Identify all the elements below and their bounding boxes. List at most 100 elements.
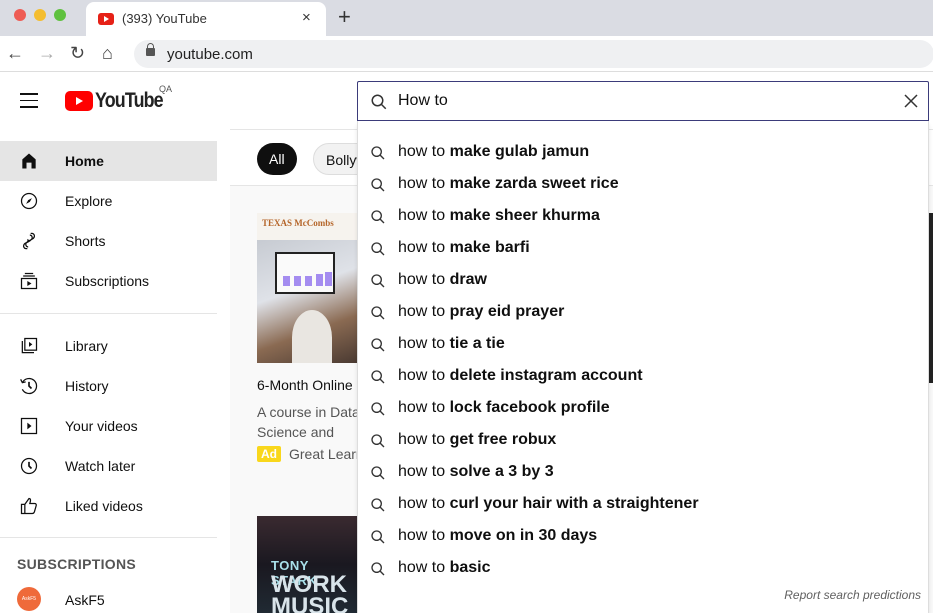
clear-search-icon[interactable] <box>903 93 919 109</box>
suggestion-completion: move on in 30 days <box>449 527 598 544</box>
thumbnail-text: WORK MUSIC <box>271 571 349 613</box>
sidebar-item-label: Home <box>65 153 104 169</box>
home-icon <box>22 153 36 169</box>
sidebar-divider <box>0 537 217 538</box>
logo-badge: QA <box>159 84 173 94</box>
sidebar-item-label: Shorts <box>65 233 106 249</box>
search-suggestion[interactable]: how to pray eid prayer <box>358 296 928 328</box>
suggestion-text: how to make sheer khurma <box>398 207 600 225</box>
subscription-name: AskF5 <box>65 592 105 608</box>
suggestion-prefix: how to <box>398 143 450 160</box>
shorts-icon <box>23 232 35 250</box>
report-search-predictions-link[interactable]: Report search predictions <box>784 588 921 602</box>
search-icon <box>371 146 385 160</box>
chip-all[interactable]: All <box>257 143 297 175</box>
search-suggestion[interactable]: how to lock facebook profile <box>358 392 928 424</box>
sidebar-item-your-videos[interactable]: Your videos <box>0 406 217 446</box>
search-suggestion[interactable]: how to curl your hair with a straightene… <box>358 488 928 520</box>
suggestion-text: how to make gulab jamun <box>398 143 589 161</box>
sidebar-item-explore[interactable]: Explore <box>0 181 217 221</box>
subscriptions-heading: SUBSCRIPTIONS <box>17 556 137 572</box>
search-suggestion[interactable]: how to make barfi <box>358 232 928 264</box>
video-thumbnail[interactable]: TEXAS McCombs <box>257 213 357 363</box>
home-browser-icon[interactable]: ⌂ <box>102 43 113 64</box>
tab-close-icon[interactable]: × <box>302 9 311 26</box>
search-icon <box>371 178 385 192</box>
search-suggestion[interactable]: how to make gulab jamun <box>358 136 928 168</box>
your-videos-icon <box>20 417 38 435</box>
suggestion-prefix: how to <box>398 271 450 288</box>
sidebar-item-label: Your videos <box>65 418 138 434</box>
browser-tab[interactable]: (393) YouTube × <box>86 2 326 36</box>
sidebar-item-library[interactable]: Library <box>0 326 217 366</box>
suggestion-prefix: how to <box>398 207 450 224</box>
search-input[interactable] <box>398 90 878 112</box>
sidebar-item-label: Library <box>65 338 108 354</box>
suggestion-text: how to pray eid prayer <box>398 303 564 321</box>
video-thumbnail[interactable]: TONY STARK WORK MUSIC <box>257 516 357 613</box>
suggestion-text: how to tie a tie <box>398 335 505 353</box>
suggestion-completion: pray eid prayer <box>449 303 565 320</box>
lock-icon <box>146 43 155 56</box>
search-icon <box>371 498 385 512</box>
new-tab-button[interactable]: + <box>338 4 351 30</box>
suggestion-text: how to get free robux <box>398 431 556 449</box>
suggestion-text: how to delete instagram account <box>398 367 643 385</box>
suggestion-prefix: how to <box>398 303 450 320</box>
suggestion-completion: basic <box>449 559 491 576</box>
search-icon <box>371 338 385 352</box>
menu-icon[interactable] <box>20 93 38 108</box>
presentation-screen <box>275 252 335 294</box>
sidebar-item-history[interactable]: History <box>0 366 217 406</box>
sidebar-item-watch-later[interactable]: Watch later <box>0 446 217 486</box>
sidebar-item-label: Watch later <box>65 458 136 474</box>
video-description: A course in Data Science and Business An… <box>257 404 360 440</box>
search-suggestion[interactable]: how to basic <box>358 552 928 584</box>
suggestion-text: how to curl your hair with a straightene… <box>398 495 699 513</box>
window-minimize-button[interactable] <box>34 9 46 21</box>
window-close-button[interactable] <box>14 9 26 21</box>
sidebar-item-home[interactable]: Home <box>0 141 217 181</box>
search-icon <box>371 370 385 384</box>
browser-tab-bar: (393) YouTube × + <box>0 0 933 36</box>
suggestion-text: how to move on in 30 days <box>398 527 597 545</box>
back-arrow-icon[interactable]: ← <box>6 43 24 64</box>
search-suggestion[interactable]: how to solve a 3 by 3 <box>358 456 928 488</box>
search-suggestion[interactable]: how to make zarda sweet rice <box>358 168 928 200</box>
search-suggestion[interactable]: how to draw <box>358 264 928 296</box>
history-icon <box>20 377 38 395</box>
url-text[interactable]: youtube.com <box>167 46 253 63</box>
search-suggestion[interactable]: how to move on in 30 days <box>358 520 928 552</box>
search-icon <box>371 210 385 224</box>
suggestion-completion: make barfi <box>449 239 530 256</box>
tab-title: (393) YouTube <box>122 11 207 26</box>
suggestion-prefix: how to <box>398 367 450 384</box>
forward-arrow-icon[interactable]: → <box>38 43 56 64</box>
library-icon <box>21 337 38 354</box>
sidebar-item-label: Liked videos <box>65 498 143 514</box>
search-icon <box>371 306 385 320</box>
sidebar-divider <box>0 313 217 314</box>
search-suggestion[interactable]: how to delete instagram account <box>358 360 928 392</box>
search-suggestion[interactable]: how to tie a tie <box>358 328 928 360</box>
search-suggestion[interactable]: how to make sheer khurma <box>358 200 928 232</box>
address-bar[interactable]: youtube.com <box>134 40 933 68</box>
sidebar-item-label: History <box>65 378 109 394</box>
search-suggestions-dropdown: how to make gulab jamun how to make zarda… <box>357 121 929 613</box>
sidebar-item-liked-videos[interactable]: Liked videos <box>0 486 217 526</box>
thumbs-up-icon <box>20 497 37 515</box>
window-maximize-button[interactable] <box>54 9 66 21</box>
search-suggestion[interactable]: how to get free robux <box>358 424 928 456</box>
suggestion-prefix: how to <box>398 463 450 480</box>
sidebar-item-shorts[interactable]: Shorts <box>0 221 217 261</box>
search-box[interactable] <box>357 81 929 121</box>
search-icon <box>371 242 385 256</box>
youtube-favicon-icon <box>98 13 114 25</box>
suggestion-prefix: how to <box>398 431 450 448</box>
reload-icon[interactable]: ↻ <box>70 43 85 64</box>
search-icon <box>371 274 385 288</box>
sidebar-item-subscriptions[interactable]: Subscriptions <box>0 261 217 301</box>
logo-text: YouTube <box>95 89 164 112</box>
suggestion-completion: get free robux <box>449 431 557 448</box>
suggestion-prefix: how to <box>398 527 450 544</box>
